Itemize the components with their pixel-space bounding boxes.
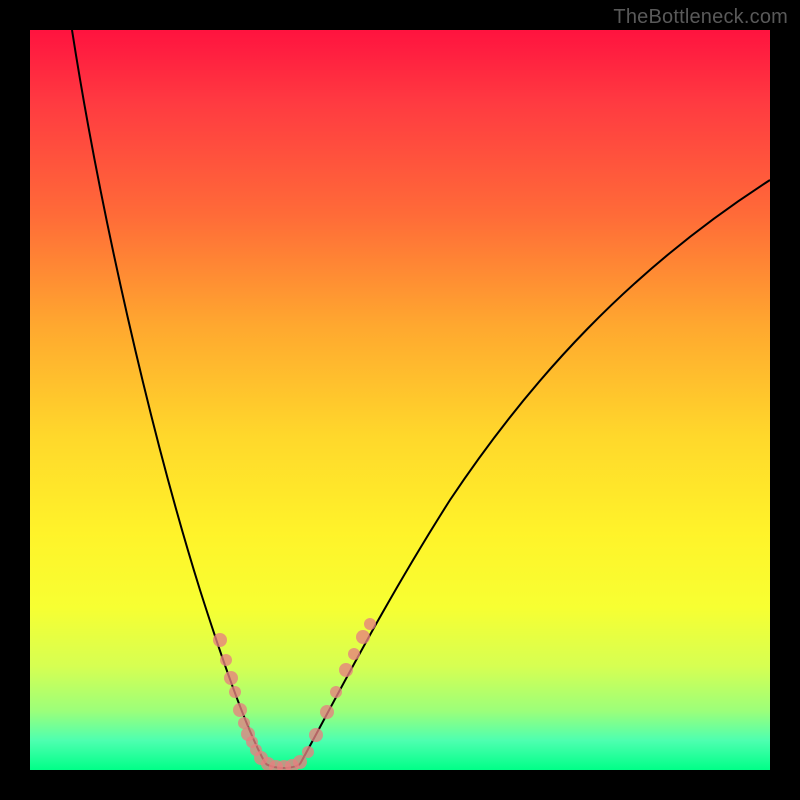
scatter-dot — [229, 686, 241, 698]
watermark-text: TheBottleneck.com — [613, 6, 788, 29]
scatter-dot — [320, 705, 334, 719]
scatter-dot — [364, 618, 376, 630]
plot-area — [30, 30, 770, 770]
scatter-dot — [330, 686, 342, 698]
scatter-dot — [233, 703, 247, 717]
scatter-dot — [356, 630, 370, 644]
curve-svg — [30, 30, 770, 770]
scatter-dot — [309, 728, 323, 742]
chart-container: TheBottleneck.com — [0, 0, 800, 800]
scatter-dot — [213, 633, 227, 647]
scatter-dot — [302, 746, 314, 758]
scatter-dot — [348, 648, 360, 660]
scatter-dot — [339, 663, 353, 677]
scatter-dot — [224, 671, 238, 685]
curve-right-branch — [300, 180, 770, 764]
scatter-group — [213, 618, 376, 770]
curve-left-branch — [72, 30, 266, 764]
scatter-dot — [220, 654, 232, 666]
